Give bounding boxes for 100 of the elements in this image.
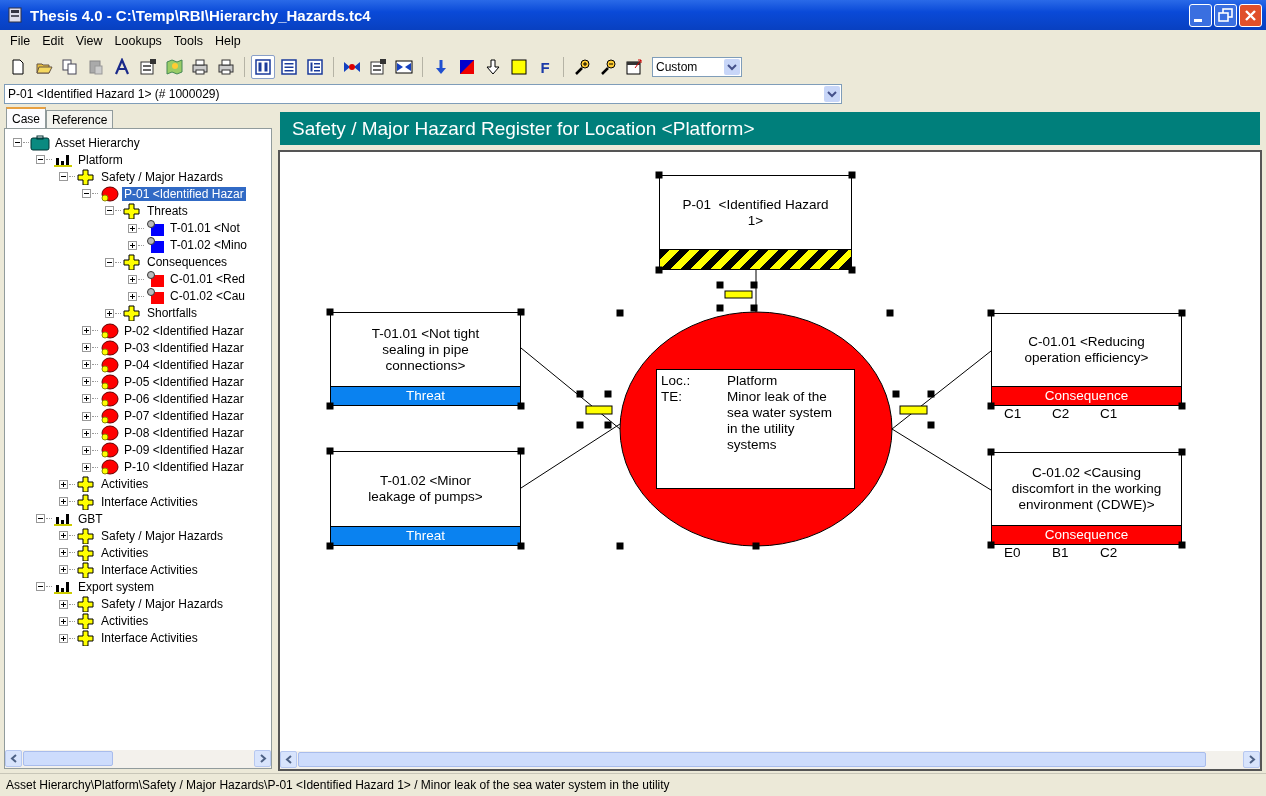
font-button[interactable]: F [533, 55, 557, 79]
selection-handle[interactable] [1178, 309, 1186, 317]
expander-icon[interactable] [59, 479, 68, 489]
selection-handle[interactable] [326, 402, 334, 410]
selection-handle[interactable] [604, 390, 612, 398]
selection-handle[interactable] [655, 171, 663, 179]
selection-handle[interactable] [892, 390, 900, 398]
tree-item[interactable]: Interface Activities [99, 631, 200, 646]
minimize-button[interactable] [1189, 3, 1212, 27]
tree-item[interactable]: T-01.01 <Not [168, 221, 242, 235]
selection-handle[interactable] [616, 542, 624, 550]
expander-icon[interactable] [36, 514, 45, 524]
menu-item[interactable]: Edit [36, 34, 70, 48]
tree-item[interactable]: P-03 <Identified Hazar [122, 340, 246, 355]
selection-handle[interactable] [848, 171, 856, 179]
selection-handle[interactable] [326, 447, 334, 455]
expander-icon[interactable] [82, 462, 91, 472]
menu-item[interactable]: Help [209, 34, 247, 48]
selection-handle[interactable] [987, 448, 995, 456]
tab[interactable]: Reference [46, 110, 114, 128]
tree-item[interactable]: Consequences [145, 255, 230, 270]
scroll-right-button[interactable] [254, 750, 271, 767]
selection-handle[interactable] [1178, 541, 1186, 549]
menu-item[interactable]: File [4, 34, 37, 48]
tree-item[interactable]: Activities [99, 614, 151, 629]
selection-handle[interactable] [987, 309, 995, 317]
selection-handle[interactable] [576, 390, 584, 398]
expander-icon[interactable] [13, 138, 22, 148]
expander-icon[interactable] [105, 257, 114, 267]
scroll-left-button[interactable] [5, 750, 22, 767]
expander-icon[interactable] [36, 582, 45, 592]
scroll-right-button[interactable] [1243, 751, 1260, 768]
tree-item[interactable]: T-01.02 <Mino [168, 238, 250, 253]
selection-handle[interactable] [517, 447, 525, 455]
restore-button[interactable] [1214, 3, 1237, 27]
tree-item[interactable]: Safety / Major Hazards [99, 169, 226, 184]
selection-handle[interactable] [848, 266, 856, 274]
selection-handle[interactable] [517, 542, 525, 550]
tree-item[interactable]: Activities [99, 477, 151, 492]
record-combo[interactable]: P-01 <Identified Hazard 1> (# 1000029) [4, 84, 842, 104]
tree-item[interactable]: P-10 <Identified Hazar [122, 460, 246, 475]
selection-handle[interactable] [750, 304, 758, 312]
selection-handle[interactable] [987, 402, 995, 410]
expander-icon[interactable] [82, 428, 91, 438]
tree-item[interactable]: Platform [76, 152, 125, 167]
tree-item[interactable]: P-07 <Identified Hazar [122, 409, 246, 424]
selection-handle[interactable] [576, 421, 584, 429]
expander-icon[interactable] [128, 240, 137, 250]
menu-item[interactable]: View [69, 34, 109, 48]
tree-item[interactable]: Interface Activities [99, 494, 200, 509]
menu-item[interactable]: Lookups [108, 34, 168, 48]
layout-button[interactable] [251, 55, 275, 79]
barrier-marker[interactable] [585, 405, 613, 415]
expander-icon[interactable] [105, 206, 114, 216]
zoom-combo[interactable]: Custom [652, 57, 742, 77]
expander-icon[interactable] [128, 274, 137, 284]
expander-icon[interactable] [82, 394, 91, 404]
selection-handle[interactable] [987, 541, 995, 549]
selection-handle[interactable] [886, 309, 894, 317]
tree-item[interactable]: P-04 <Identified Hazar [122, 357, 246, 372]
selection-handle[interactable] [604, 421, 612, 429]
selection-handle[interactable] [750, 281, 758, 289]
selection-handle[interactable] [1178, 402, 1186, 410]
expander-icon[interactable] [59, 565, 68, 575]
tree-item[interactable]: GBT [76, 511, 105, 526]
tree-item[interactable]: P-06 <Identified Hazar [122, 391, 246, 406]
expander-icon[interactable] [128, 291, 137, 301]
tree-item[interactable]: Safety / Major Hazards [99, 597, 226, 612]
expander-icon[interactable] [59, 172, 68, 182]
selection-handle[interactable] [517, 402, 525, 410]
tree-item[interactable]: Activities [99, 545, 151, 560]
expander-icon[interactable] [59, 633, 68, 643]
expander-icon[interactable] [59, 497, 68, 506]
tree-item[interactable]: Interface Activities [99, 562, 200, 577]
selection-handle[interactable] [616, 309, 624, 317]
barrier-marker[interactable] [899, 405, 928, 415]
tree-item[interactable]: P-05 <Identified Hazar [122, 374, 246, 389]
expander-icon[interactable] [59, 599, 68, 609]
close-button[interactable] [1239, 3, 1262, 27]
tree-item[interactable]: P-01 <Identified Hazar [122, 186, 246, 201]
scroll-thumb[interactable] [298, 752, 1207, 767]
expander-icon[interactable] [82, 411, 91, 421]
selection-handle[interactable] [716, 304, 724, 312]
scroll-left-button[interactable] [280, 751, 297, 768]
selection-handle[interactable] [655, 266, 663, 274]
expander-icon[interactable] [59, 531, 68, 541]
tree-item[interactable]: P-02 <Identified Hazar [122, 323, 246, 338]
selection-handle[interactable] [517, 308, 525, 316]
expander-icon[interactable] [59, 548, 68, 558]
tree-item[interactable]: Export system [76, 580, 157, 594]
expander-icon[interactable] [128, 223, 137, 233]
tree-item[interactable]: Asset Hierarchy [53, 135, 142, 150]
selection-handle[interactable] [927, 390, 935, 398]
tree-item[interactable]: C-01.01 <Red [168, 272, 248, 287]
selection-handle[interactable] [326, 308, 334, 316]
selection-handle[interactable] [1178, 448, 1186, 456]
selection-handle[interactable] [716, 281, 724, 289]
tree-item[interactable]: C-01.02 <Cau [168, 289, 248, 304]
threat-node[interactable]: T-01.02 <Minor leakage of pumps> Threat [330, 451, 521, 546]
expander-icon[interactable] [82, 377, 91, 387]
